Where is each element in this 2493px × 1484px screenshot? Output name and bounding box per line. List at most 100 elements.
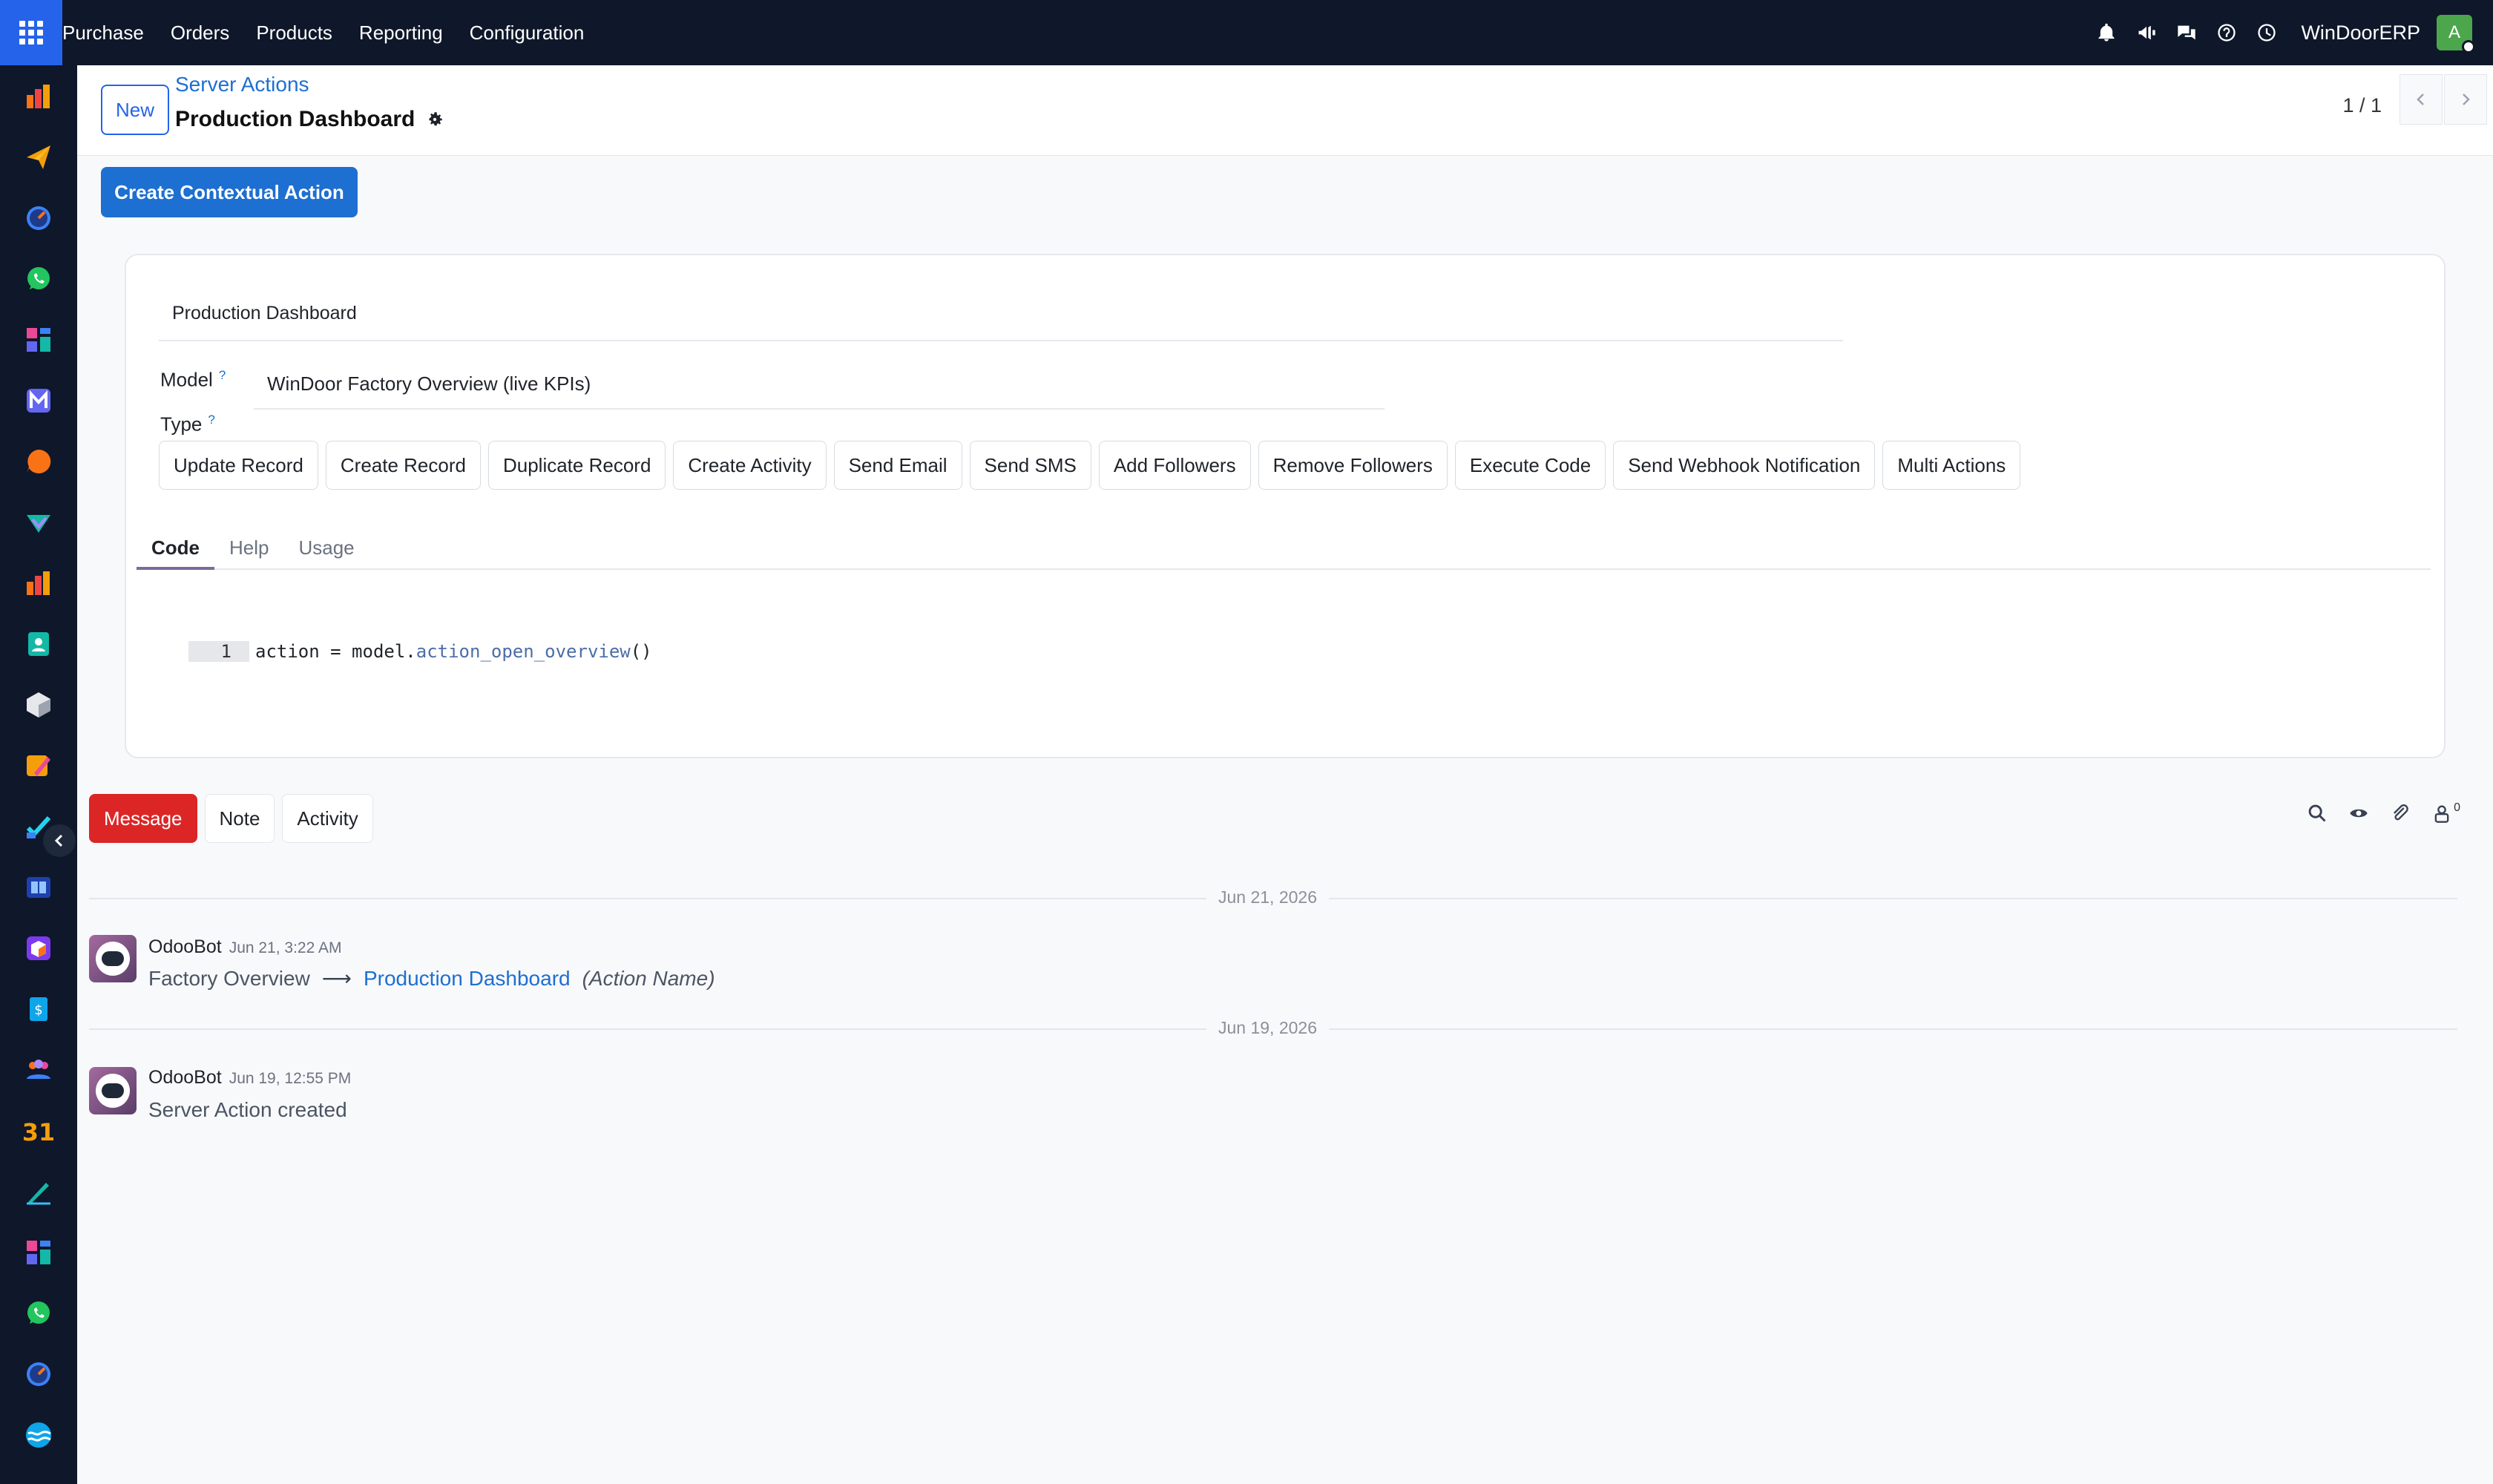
- model-help-tooltip[interactable]: ?: [219, 368, 226, 382]
- apps-grid-icon: [19, 21, 43, 45]
- followers-count: 0: [2454, 801, 2460, 814]
- sign-app-icon[interactable]: [24, 1177, 53, 1206]
- check-app-icon[interactable]: [24, 508, 53, 537]
- type-label: Type?: [160, 413, 215, 436]
- arrow-right-icon: ⟶: [321, 967, 352, 990]
- company-switcher[interactable]: WinDoorERP: [2301, 22, 2420, 45]
- pager-next-button[interactable]: [2444, 74, 2487, 125]
- chat-icon[interactable]: [2170, 16, 2203, 49]
- eye-icon[interactable]: [2348, 803, 2369, 824]
- whatsapp2-app-icon[interactable]: [24, 1298, 53, 1328]
- bell-icon[interactable]: [2090, 16, 2123, 49]
- message-timestamp: Jun 19, 12:55 PM: [229, 1070, 352, 1087]
- chat-bubble-app-icon[interactable]: [24, 447, 53, 476]
- type-duplicate-record[interactable]: Duplicate Record: [487, 441, 666, 490]
- type-send-sms[interactable]: Send SMS: [969, 441, 1091, 490]
- new-button[interactable]: New: [101, 85, 169, 135]
- user-avatar[interactable]: A: [2437, 15, 2475, 53]
- main-menu: Purchase Orders Products Reporting Confi…: [62, 0, 611, 65]
- date-label: Jun 21, 2026: [1206, 887, 1330, 907]
- svg-text:31: 31: [24, 1118, 53, 1146]
- timer2-app-icon[interactable]: [24, 1359, 53, 1389]
- type-selector: Update Record Create Record Duplicate Re…: [159, 441, 2028, 490]
- create-contextual-action-button[interactable]: Create Contextual Action: [101, 167, 358, 217]
- odoobot-face-icon: [96, 942, 130, 976]
- date-label: Jun 19, 2026: [1206, 1018, 1330, 1038]
- user-initial: A: [2448, 22, 2460, 42]
- avatar[interactable]: [89, 935, 137, 982]
- collapse-sidebar-button[interactable]: [43, 824, 76, 857]
- type-send-email[interactable]: Send Email: [833, 441, 962, 490]
- box-app-icon[interactable]: [24, 933, 53, 963]
- menu-reporting[interactable]: Reporting: [359, 22, 443, 45]
- tab-code[interactable]: Code: [137, 531, 214, 570]
- invoice-app-icon[interactable]: $: [24, 994, 53, 1024]
- help-icon[interactable]: [2210, 16, 2243, 49]
- grid2-app-icon[interactable]: [24, 1238, 53, 1267]
- type-remove-followers[interactable]: Remove Followers: [1258, 441, 1448, 490]
- type-add-followers[interactable]: Add Followers: [1098, 441, 1251, 490]
- type-multi-actions[interactable]: Multi Actions: [1882, 441, 2021, 490]
- odoobot-face-icon: [96, 1074, 130, 1108]
- top-navbar: Purchase Orders Products Reporting Confi…: [0, 0, 2493, 65]
- grid-app-icon[interactable]: [24, 325, 53, 355]
- send-app-icon[interactable]: [24, 142, 53, 172]
- svg-text:$: $: [34, 1002, 42, 1018]
- type-help-tooltip[interactable]: ?: [208, 413, 214, 427]
- pencil-app-icon[interactable]: [24, 751, 53, 781]
- send-message-button[interactable]: Message: [89, 794, 197, 843]
- model-field[interactable]: WinDoor Factory Overview (live KPIs): [254, 368, 1385, 410]
- log-note-button[interactable]: Note: [204, 794, 275, 843]
- team-app-icon[interactable]: [24, 1055, 53, 1085]
- clock-icon[interactable]: [2250, 16, 2283, 49]
- systray: WinDoorERP A: [2090, 0, 2493, 65]
- pager-previous-button[interactable]: [2400, 74, 2443, 125]
- mail-app-icon[interactable]: [24, 386, 53, 416]
- message-author: OdooBot Jun 21, 3:22 AM: [148, 936, 341, 958]
- followers-icon[interactable]: [2431, 803, 2452, 824]
- app-sidebar: $ 31: [0, 65, 77, 1484]
- whatsapp-app-icon[interactable]: [24, 264, 53, 294]
- contact-app-icon[interactable]: [24, 629, 53, 659]
- type-create-record[interactable]: Create Record: [325, 441, 481, 490]
- bar-chart-app-icon[interactable]: [24, 568, 53, 598]
- type-send-webhook[interactable]: Send Webhook Notification: [1613, 441, 1876, 490]
- code-editor[interactable]: 1 action = model.action_open_overview(): [188, 641, 652, 662]
- dashboard-app-icon[interactable]: [24, 82, 53, 111]
- pager-value[interactable]: 1 / 1: [2342, 83, 2382, 128]
- author-name[interactable]: OdooBot: [148, 1067, 222, 1088]
- notebook-tabs: Code Help Usage: [137, 531, 2431, 570]
- record-title: Production Dashboard: [175, 107, 416, 131]
- wave-app-icon[interactable]: [24, 1420, 53, 1450]
- tab-usage[interactable]: Usage: [283, 531, 369, 570]
- gear-icon[interactable]: [425, 110, 444, 129]
- menu-products[interactable]: Products: [256, 22, 332, 45]
- apps-menu-button[interactable]: [0, 0, 62, 65]
- author-name[interactable]: OdooBot: [148, 936, 222, 957]
- timer-app-icon[interactable]: [24, 203, 53, 233]
- type-execute-code[interactable]: Execute Code: [1454, 441, 1606, 490]
- type-label-text: Type: [160, 413, 203, 436]
- cube-app-icon[interactable]: [24, 690, 53, 720]
- new-value: Production Dashboard: [363, 966, 571, 990]
- message-body: Server Action created: [148, 1098, 347, 1122]
- avatar[interactable]: [89, 1067, 137, 1114]
- search-icon[interactable]: [2307, 803, 2328, 824]
- type-update-record[interactable]: Update Record: [159, 441, 318, 490]
- tracked-field-name: (Action Name): [582, 966, 715, 990]
- activity-button[interactable]: Activity: [282, 794, 373, 843]
- menu-purchase[interactable]: Purchase: [62, 22, 144, 45]
- menu-orders[interactable]: Orders: [171, 22, 229, 45]
- breadcrumb-server-actions[interactable]: Server Actions: [175, 73, 309, 96]
- old-value: Factory Overview: [148, 966, 310, 990]
- type-create-activity[interactable]: Create Activity: [673, 441, 827, 490]
- model-label: Model?: [160, 368, 226, 392]
- menu-configuration[interactable]: Configuration: [470, 22, 585, 45]
- megaphone-icon[interactable]: [2130, 16, 2163, 49]
- tab-help[interactable]: Help: [214, 531, 283, 570]
- paperclip-icon[interactable]: [2390, 803, 2411, 824]
- action-name-input[interactable]: Production Dashboard: [159, 297, 1843, 341]
- presence-dot: [2462, 40, 2475, 53]
- calendar-app-icon[interactable]: 31: [22, 1116, 56, 1146]
- book-app-icon[interactable]: [24, 873, 53, 902]
